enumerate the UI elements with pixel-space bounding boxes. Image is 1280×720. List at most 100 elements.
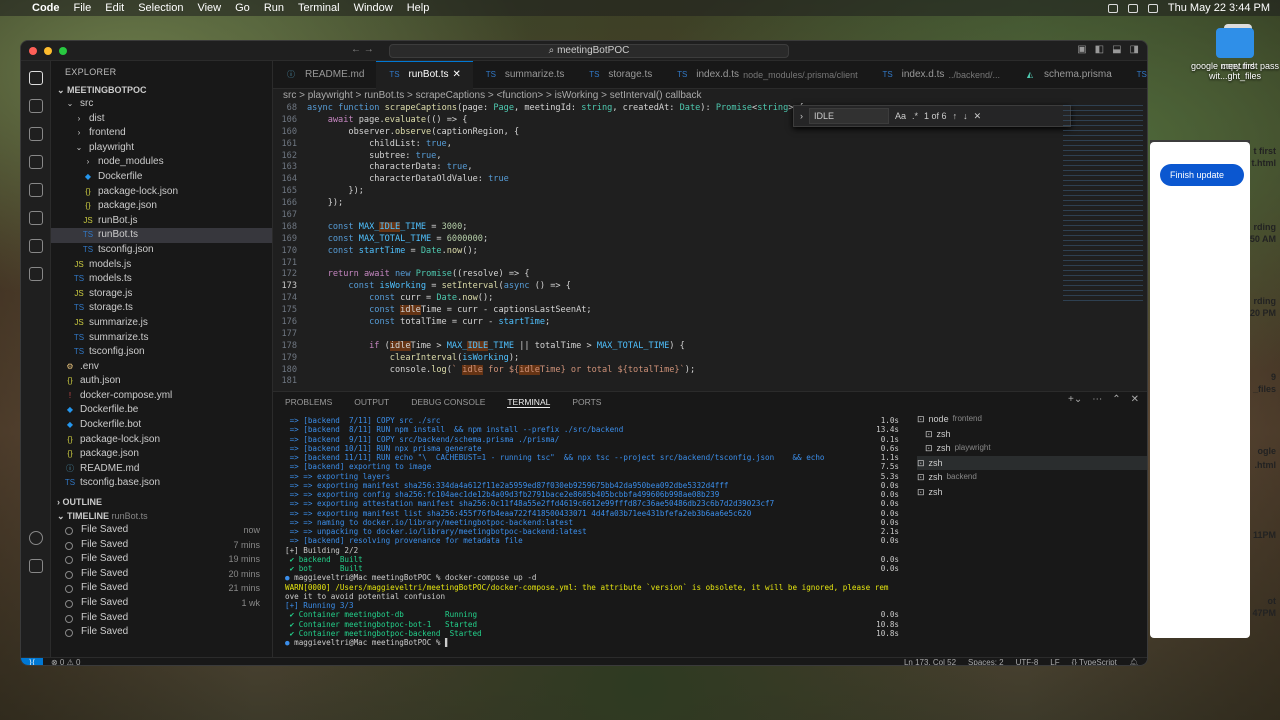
tree-item-summarize-js[interactable]: JS summarize.js — [51, 316, 272, 331]
menu-item-go[interactable]: Go — [235, 2, 250, 14]
tree-item--env[interactable]: ⚙ .env — [51, 360, 272, 375]
terminal-instance[interactable]: ⊡ zsh backend — [917, 470, 1147, 485]
search-icon[interactable] — [28, 99, 43, 113]
tree-item-package-json[interactable]: {} package.json — [51, 199, 272, 214]
explorer-icon[interactable] — [28, 71, 43, 85]
tab-index-d-ts[interactable]: TS index.d.ts ../backend/... — [870, 61, 1012, 89]
more-icon[interactable]: ⋯ — [1092, 394, 1102, 405]
tree-item-tsconfig-base-json[interactable]: TS tsconfig.base.json — [51, 476, 272, 491]
tree-item-node-modules[interactable]: › node_modules — [51, 155, 272, 170]
arrow-down-icon[interactable]: ↓ — [963, 111, 968, 121]
timeline-item[interactable]: File Saved 19 mins — [51, 552, 272, 567]
terminal-instance[interactable]: ⊡ zsh — [917, 427, 1147, 442]
close-icon[interactable]: ✕ — [1131, 394, 1139, 405]
project-header[interactable]: ⌄ MEETINGBOTPOC — [51, 83, 272, 97]
tree-item-package-json[interactable]: {} package.json — [51, 447, 272, 462]
regex-icon[interactable]: .* — [912, 111, 918, 121]
menu-item-help[interactable]: Help — [407, 2, 430, 14]
breadcrumb-item[interactable]: scrapeCaptions — [416, 90, 485, 101]
breadcrumb-item[interactable]: <function> — [497, 90, 544, 101]
tree-item-auth-json[interactable]: {} auth.json — [51, 374, 272, 389]
timeline-item[interactable]: File Saved 1 wk — [51, 596, 272, 611]
close-icon[interactable]: ✕ — [452, 61, 460, 89]
zoom-icon[interactable] — [59, 46, 67, 55]
tree-item-runbot-js[interactable]: JS runBot.js — [51, 214, 272, 229]
chevron-right-icon[interactable]: › — [800, 111, 803, 121]
run-debug-icon[interactable] — [28, 155, 43, 169]
add-terminal-icon[interactable]: +⌄ — [1068, 394, 1082, 405]
tab-index-d-ts[interactable]: TS index.d.ts node_modules/.prisma/client — [664, 61, 869, 89]
nav-arrows[interactable]: ← → — [351, 44, 374, 55]
gear-icon[interactable] — [28, 559, 43, 573]
tree-item-package-lock-json[interactable]: {} package-lock.json — [51, 185, 272, 200]
arrow-up-icon[interactable]: ↑ — [953, 111, 958, 121]
panel-tab-problems[interactable]: PROBLEMS — [285, 397, 332, 407]
tree-item-docker-compose-yml[interactable]: ! docker-compose.yml — [51, 389, 272, 404]
layout-icon[interactable]: ▣ — [1077, 44, 1086, 55]
timeline-item[interactable]: File Saved 21 mins — [51, 581, 272, 596]
tree-item-readme-md[interactable]: ⓘ README.md — [51, 462, 272, 477]
panel-tab-debug-console[interactable]: DEBUG CONSOLE — [411, 397, 485, 407]
menu-item-terminal[interactable]: Terminal — [298, 2, 340, 14]
command-center[interactable]: ⌕ meetingBotPOC — [389, 44, 789, 58]
remote-icon[interactable]: ⟩⟨ — [21, 658, 43, 665]
menu-item-selection[interactable]: Selection — [138, 2, 183, 14]
terminal-instance[interactable]: ⊡ zsh — [917, 485, 1147, 500]
remote-explorer-icon[interactable] — [28, 183, 43, 197]
find-input[interactable]: IDLE — [809, 108, 889, 124]
menu-app-name[interactable]: Code — [32, 2, 60, 14]
account-icon[interactable] — [28, 531, 43, 545]
tree-item-runbot-ts[interactable]: TS runBot.ts — [51, 228, 272, 243]
close-icon[interactable] — [29, 46, 37, 55]
outline-section[interactable]: › OUTLINE — [51, 495, 272, 509]
breadcrumb-item[interactable]: playwright — [308, 90, 353, 101]
close-icon[interactable]: ✕ — [974, 111, 982, 122]
tab-schema-prisma[interactable]: ◭ schema.prisma — [1012, 61, 1124, 89]
tree-item-summarize-ts[interactable]: TS summarize.ts — [51, 331, 272, 346]
tree-item-tsconfig-json[interactable]: TS tsconfig.json — [51, 243, 272, 258]
menu-item-run[interactable]: Run — [264, 2, 284, 14]
timeline-item[interactable]: File Saved now — [51, 523, 272, 538]
tab-runbot-ts[interactable]: TS runBot.ts ✕ — [376, 60, 473, 89]
terminal-instance[interactable]: ⊡ zsh playwright — [917, 441, 1147, 456]
tab-models-ts[interactable]: TSmodels.ts — [1124, 61, 1147, 89]
search-icon[interactable] — [1127, 3, 1138, 13]
breadcrumb-item[interactable]: src — [283, 90, 296, 101]
terminal-output[interactable]: => [backend 7/11] COPY src ./src => [bac… — [273, 416, 903, 656]
panel-tab-ports[interactable]: PORTS — [572, 397, 601, 407]
control-center-icon[interactable] — [1147, 3, 1158, 13]
encoding[interactable]: UTF-8 — [1016, 658, 1039, 665]
source-control-icon[interactable] — [28, 127, 43, 141]
clock[interactable]: Thu May 22 3:44 PM — [1168, 2, 1270, 14]
tree-item-dockerfile-be[interactable]: ◆ Dockerfile.be — [51, 403, 272, 418]
breadcrumb-item[interactable]: isWorking — [555, 90, 599, 101]
timeline-item[interactable]: File Saved — [51, 625, 272, 640]
panel-toggle-icon[interactable]: ⬓ — [1112, 44, 1121, 55]
tree-item-package-lock-json[interactable]: {} package-lock.json — [51, 433, 272, 448]
tree-item-dist[interactable]: › dist — [51, 112, 272, 127]
menu-item-file[interactable]: File — [74, 2, 92, 14]
finish-update-button[interactable]: Finish update — [1160, 164, 1244, 186]
menu-item-edit[interactable]: Edit — [105, 2, 124, 14]
timeline-item[interactable]: File Saved 7 mins — [51, 538, 272, 553]
bell-icon[interactable]: 🔔︎ — [1129, 658, 1139, 665]
cursor-position[interactable]: Ln 173, Col 52 — [904, 658, 956, 665]
breadcrumb-item[interactable]: setInterval() callback — [610, 90, 702, 101]
minimize-icon[interactable] — [44, 46, 52, 55]
timeline-item[interactable]: File Saved 20 mins — [51, 567, 272, 582]
timeline-section[interactable]: ⌄ TIMELINE runBot.ts — [51, 509, 272, 523]
timeline-item[interactable]: File Saved — [51, 611, 272, 626]
eol[interactable]: LF — [1050, 658, 1059, 665]
tree-item-playwright[interactable]: ⌄ playwright — [51, 141, 272, 156]
minimap[interactable] — [1063, 103, 1143, 303]
aux-toggle-icon[interactable]: ◨ — [1130, 44, 1139, 55]
tab-readme-md[interactable]: ⓘ README.md — [273, 61, 376, 89]
menu-item-window[interactable]: Window — [354, 2, 393, 14]
language-mode[interactable]: {} TypeScript — [1072, 658, 1117, 665]
tree-item-models-js[interactable]: JS models.js — [51, 258, 272, 273]
extensions-icon[interactable] — [28, 211, 43, 225]
tree-item-models-ts[interactable]: TS models.ts — [51, 272, 272, 287]
maximize-icon[interactable]: ⌃ — [1112, 394, 1120, 405]
tab-summarize-ts[interactable]: TS summarize.ts — [473, 61, 576, 89]
tree-item-storage-ts[interactable]: TS storage.ts — [51, 301, 272, 316]
